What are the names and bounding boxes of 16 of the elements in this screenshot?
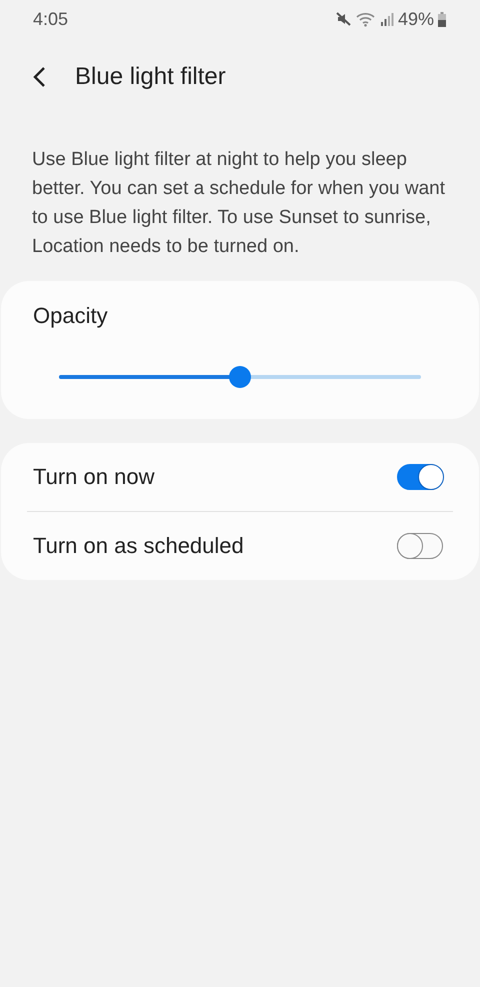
battery-percentage: 49% [398,8,434,30]
back-icon [32,66,46,88]
opacity-label: Opacity [33,303,108,328]
description-text: Use Blue light filter at night to help you sleep better. You can set a schedule for when you want to use Blue light filter. To use Sunset to sunrise, Location needs to be turned on. [32,148,446,259]
switch-label: Turn on now [33,464,154,490]
wifi-icon [356,12,376,26]
toggle-switch[interactable] [397,464,443,490]
mute-icon [336,12,352,26]
slider-thumb[interactable] [229,366,251,388]
opacity-slider[interactable] [59,365,421,389]
toggle-switch[interactable] [397,533,443,559]
page-title: Blue light filter [75,63,226,91]
signal-icon [380,12,394,26]
status-time: 4:05 [33,8,68,30]
battery-icon [438,12,446,26]
switch-label: Turn on as scheduled [33,533,244,559]
